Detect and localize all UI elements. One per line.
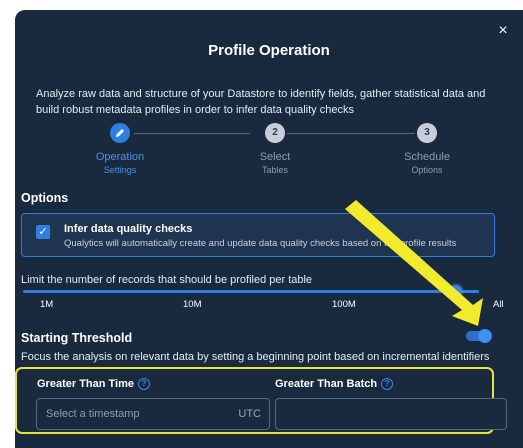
dialog-description: Analyze raw data and structure of your D… xyxy=(36,88,486,116)
close-icon[interactable]: × xyxy=(496,23,510,39)
step-1-subtitle: Settings xyxy=(103,165,137,175)
step-3-label[interactable]: Schedule Options xyxy=(382,151,472,176)
infer-checks-option[interactable]: ✓ Infer data quality checks Qualytics wi… xyxy=(21,213,495,257)
slider-tick-100m: 100M xyxy=(332,299,356,310)
step-1-pencil-icon xyxy=(110,123,130,143)
greater-than-time-placeholder: Select a timestamp xyxy=(46,408,140,420)
starting-threshold-title: Starting Threshold xyxy=(21,331,133,345)
starting-threshold-toggle[interactable] xyxy=(478,329,492,343)
limit-slider-track[interactable] xyxy=(23,290,479,293)
infer-checks-title: Infer data quality checks xyxy=(64,223,193,235)
step-2-label[interactable]: Select Tables xyxy=(230,151,320,176)
step-1-label[interactable]: Operation Settings xyxy=(75,151,165,176)
step-3-title: Schedule xyxy=(404,151,450,163)
step-3-subtitle: Options xyxy=(411,165,443,175)
stepper-connector xyxy=(287,133,415,134)
starting-threshold-description: Focus the analysis on relevant data by s… xyxy=(21,351,490,363)
step-2-title: Select xyxy=(259,151,291,163)
greater-than-time-input[interactable]: Select a timestamp UTC xyxy=(36,398,270,430)
slider-tick-1m: 1M xyxy=(40,299,54,310)
limit-slider-thumb[interactable] xyxy=(450,285,462,297)
greater-than-batch-input[interactable] xyxy=(275,398,507,430)
step-1-title: Operation xyxy=(95,151,145,163)
greater-than-time-text: Greater Than Time xyxy=(37,378,134,390)
step-3-circle: 3 xyxy=(417,123,437,143)
stepper-connector xyxy=(134,133,250,134)
infer-checks-checkbox[interactable]: ✓ xyxy=(36,225,50,239)
step-2-subtitle: Tables xyxy=(261,165,288,175)
help-icon[interactable]: ? xyxy=(138,378,150,391)
options-title: Options xyxy=(21,191,69,205)
help-icon[interactable]: ? xyxy=(381,378,394,391)
greater-than-time-label: Greater Than Time? xyxy=(37,378,150,391)
limit-records-label: Limit the number of records that should … xyxy=(21,274,313,286)
greater-than-batch-text: Greater Than Batch xyxy=(275,378,378,390)
slider-tick-all: All xyxy=(493,299,504,310)
dialog-title: Profile Operation xyxy=(208,42,330,59)
step-2-circle: 2 xyxy=(265,123,285,143)
slider-tick-10m: 10M xyxy=(183,299,202,310)
greater-than-batch-label: Greater Than Batch? xyxy=(275,378,394,391)
infer-checks-subtitle: Qualytics will automatically create and … xyxy=(64,238,457,249)
utc-label: UTC xyxy=(238,408,261,420)
